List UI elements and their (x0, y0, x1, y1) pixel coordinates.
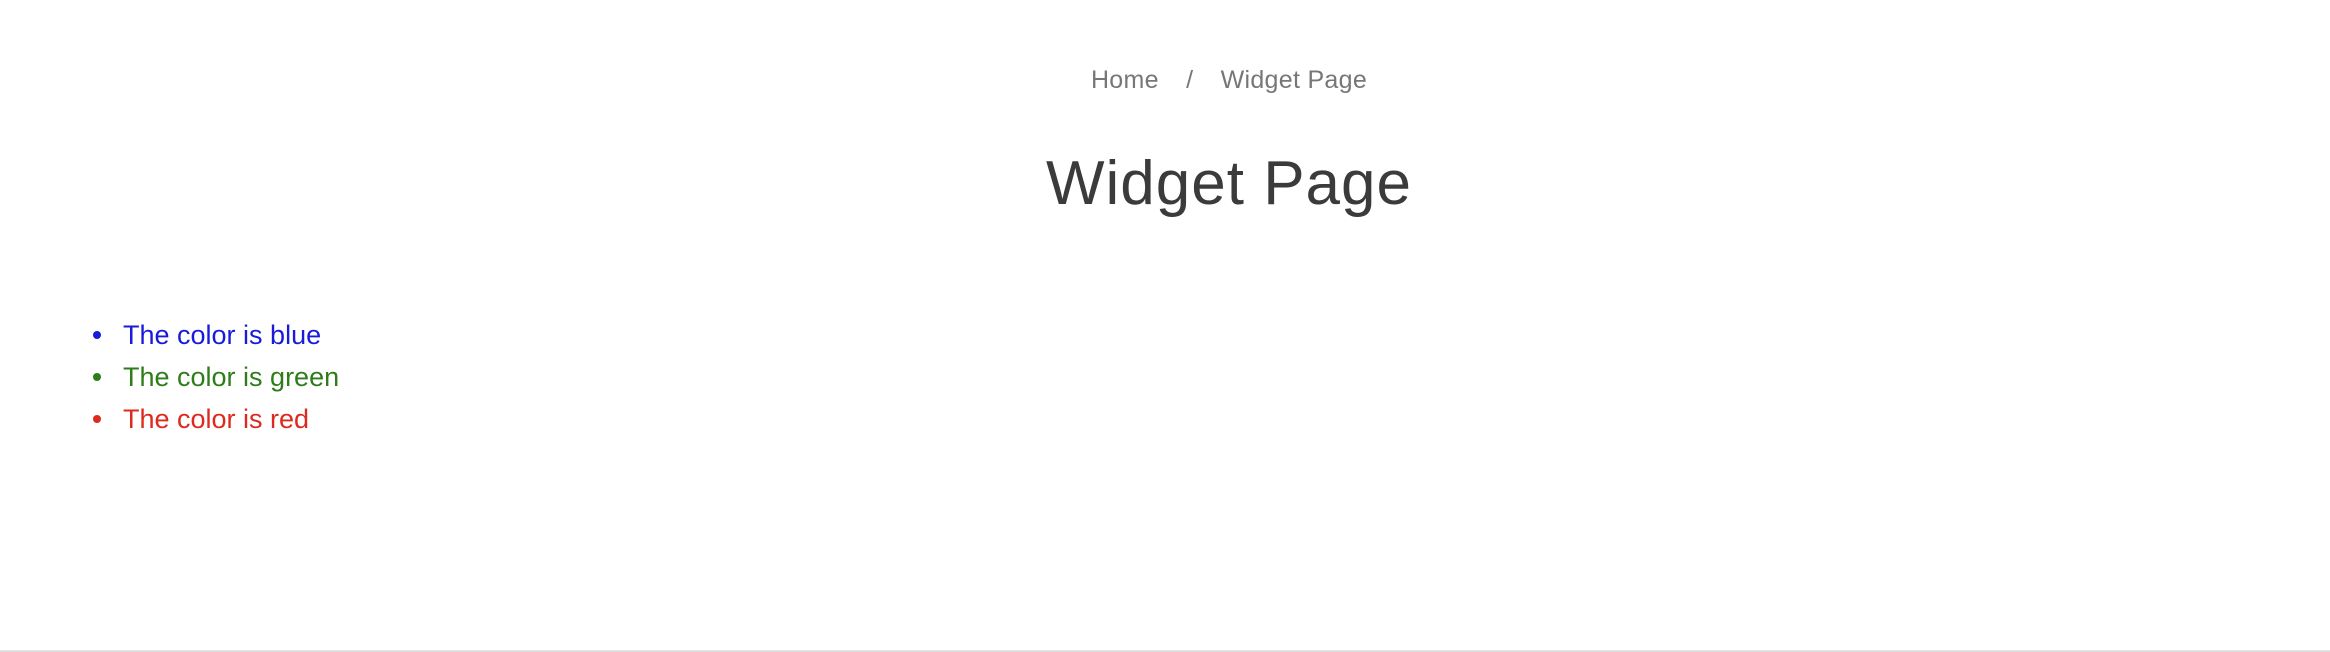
breadcrumb: Home / Widget Page (0, 66, 2330, 95)
list-item-label: The color is green (123, 362, 340, 392)
list-item-blue: The color is blue (93, 314, 339, 356)
list-item-green: The color is green (93, 356, 340, 398)
breadcrumb-separator: / (1186, 66, 1194, 94)
list-item-red: The color is red (93, 398, 339, 440)
page: Home / Widget Page Widget Page The color… (0, 0, 2330, 652)
list-item-label: The color is blue (123, 320, 322, 350)
list-item-label: The color is red (123, 404, 310, 434)
page-title: Widget Page (1046, 149, 1412, 218)
color-list: The color is blue The color is green The… (0, 314, 339, 440)
breadcrumb-current: Widget Page (1220, 66, 1368, 94)
breadcrumb-home-link[interactable]: Home (1091, 66, 1159, 94)
bullet-icon (93, 331, 101, 339)
bullet-icon (93, 373, 101, 381)
bullet-icon (93, 415, 101, 423)
